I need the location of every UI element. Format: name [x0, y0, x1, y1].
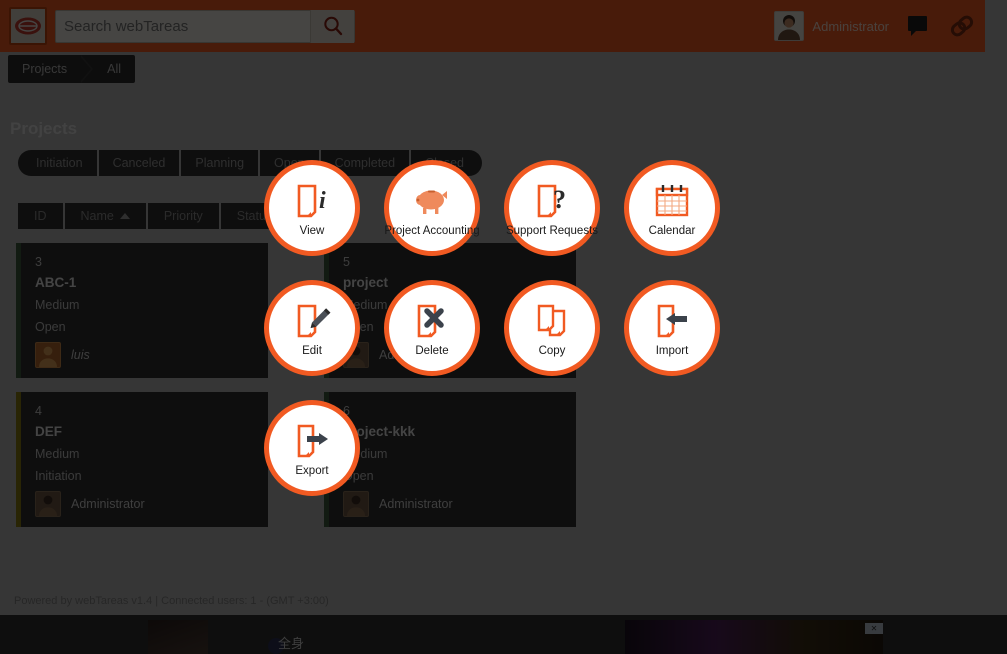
- search-bar[interactable]: [55, 9, 355, 43]
- project-status: Open: [343, 469, 374, 483]
- document-pencil-icon: [291, 299, 333, 343]
- action-export[interactable]: Export: [264, 400, 360, 496]
- owner-name-label: luis: [71, 348, 90, 362]
- document-arrow-left-icon: [651, 299, 693, 343]
- avatar: [774, 11, 805, 41]
- breadcrumb: Projects All: [8, 55, 136, 83]
- project-priority: Medium: [35, 447, 80, 461]
- svg-text:i: i: [319, 188, 326, 214]
- document-x-icon: [411, 299, 453, 343]
- calendar-icon: [652, 179, 692, 223]
- user-menu[interactable]: Administrator: [774, 11, 889, 41]
- column-header-id[interactable]: ID: [18, 203, 63, 229]
- webtareas-logo[interactable]: [9, 7, 47, 45]
- top-bar: Administrator: [0, 0, 985, 52]
- column-header-name[interactable]: Name: [64, 203, 146, 229]
- project-card[interactable]: 6 project-kkk Medium Open Administrator: [324, 392, 576, 527]
- sort-ascending-icon: [119, 213, 130, 219]
- project-owner: Administrator: [343, 491, 562, 517]
- avatar-icon: [778, 15, 801, 40]
- column-header-priority[interactable]: Priority: [147, 203, 219, 229]
- link-icon[interactable]: [947, 11, 977, 41]
- action-support-requests[interactable]: ? Support Requests: [504, 160, 600, 256]
- project-card[interactable]: 3 ABC-1 Medium Open luis: [16, 243, 268, 378]
- person-icon: [347, 495, 365, 516]
- owner-name-label: Administrator: [379, 497, 453, 511]
- column-header-id-label: ID: [34, 209, 47, 223]
- action-support-requests-label: Support Requests: [505, 225, 599, 237]
- action-import-label: Import: [655, 345, 689, 357]
- action-export-label: Export: [295, 465, 329, 477]
- project-status: Open: [35, 320, 66, 334]
- action-edit-label: Edit: [302, 345, 322, 357]
- action-project-accounting-label: Project Accounting: [384, 225, 480, 237]
- document-info-icon: i: [291, 179, 333, 223]
- owner-avatar-icon: [35, 491, 61, 517]
- footer-text: Powered by webTareas v1.4 | Connected us…: [14, 595, 329, 607]
- action-calendar[interactable]: Calendar: [624, 160, 720, 256]
- document-copy-icon: [531, 299, 573, 343]
- ad-strip: 全身 ✕: [0, 615, 1007, 654]
- action-copy[interactable]: Copy: [504, 280, 600, 376]
- action-view-label: View: [299, 225, 325, 237]
- messages-icon[interactable]: [903, 11, 933, 41]
- logo-glyph-icon: [15, 17, 41, 35]
- project-priority: Medium: [35, 298, 80, 312]
- search-button[interactable]: [310, 9, 354, 43]
- project-name: ABC-1: [35, 275, 77, 290]
- column-headers: ID Name Priority Status: [18, 203, 289, 229]
- project-id: 6: [343, 404, 350, 418]
- project-owner: luis: [35, 342, 254, 368]
- project-card[interactable]: 4 DEF Medium Initiation Administrator: [16, 392, 268, 527]
- topbar-right-group: Administrator: [774, 0, 977, 52]
- app-root: Administrator: [0, 0, 1007, 654]
- project-status: Initiation: [35, 469, 82, 483]
- action-import[interactable]: Import: [624, 280, 720, 376]
- tab-initiation[interactable]: Initiation: [18, 150, 97, 176]
- action-delete[interactable]: Delete: [384, 280, 480, 376]
- tab-planning[interactable]: Planning: [181, 150, 259, 176]
- action-edit[interactable]: Edit: [264, 280, 360, 376]
- project-id: 4: [35, 404, 42, 418]
- document-arrow-right-icon: [291, 419, 333, 463]
- messages-glyph-icon: [908, 16, 927, 36]
- search-icon: [323, 16, 342, 36]
- user-name-label: Administrator: [812, 18, 889, 34]
- search-input[interactable]: [56, 10, 310, 42]
- project-name: DEF: [35, 424, 62, 439]
- owner-avatar-icon: [343, 491, 369, 517]
- action-project-accounting[interactable]: Project Accounting: [384, 160, 480, 256]
- tab-canceled[interactable]: Canceled: [98, 150, 180, 176]
- svg-text:?: ?: [553, 185, 566, 214]
- ad-thumbnail-right[interactable]: [625, 620, 883, 654]
- action-copy-label: Copy: [538, 345, 566, 357]
- person-icon: [39, 495, 57, 516]
- link-glyph-icon: [950, 15, 974, 37]
- ad-close-button[interactable]: ✕: [865, 623, 883, 634]
- breadcrumb-separator-icon: [79, 55, 94, 83]
- document-question-icon: ?: [531, 179, 573, 223]
- page-title: Projects: [10, 119, 78, 138]
- action-calendar-label: Calendar: [648, 225, 696, 237]
- breadcrumb-item-projects[interactable]: Projects: [8, 55, 81, 83]
- column-header-priority-label: Priority: [163, 209, 203, 223]
- project-id: 3: [35, 255, 42, 269]
- project-owner: Administrator: [35, 491, 254, 517]
- action-delete-label: Delete: [415, 345, 449, 357]
- person-icon: [39, 346, 57, 367]
- column-header-name-label: Name: [80, 209, 114, 223]
- ad-thumbnail-left[interactable]: [148, 620, 208, 654]
- piggy-bank-icon: [411, 179, 453, 223]
- project-name: project-kkk: [343, 424, 416, 439]
- ad-label: 全身: [278, 636, 305, 651]
- project-id: 5: [343, 255, 350, 269]
- owner-name-label: Administrator: [71, 497, 145, 511]
- project-priority: Medium: [343, 447, 388, 461]
- owner-avatar-icon: [35, 342, 61, 368]
- action-view[interactable]: i View: [264, 160, 360, 256]
- breadcrumb-item-all[interactable]: All: [93, 55, 135, 83]
